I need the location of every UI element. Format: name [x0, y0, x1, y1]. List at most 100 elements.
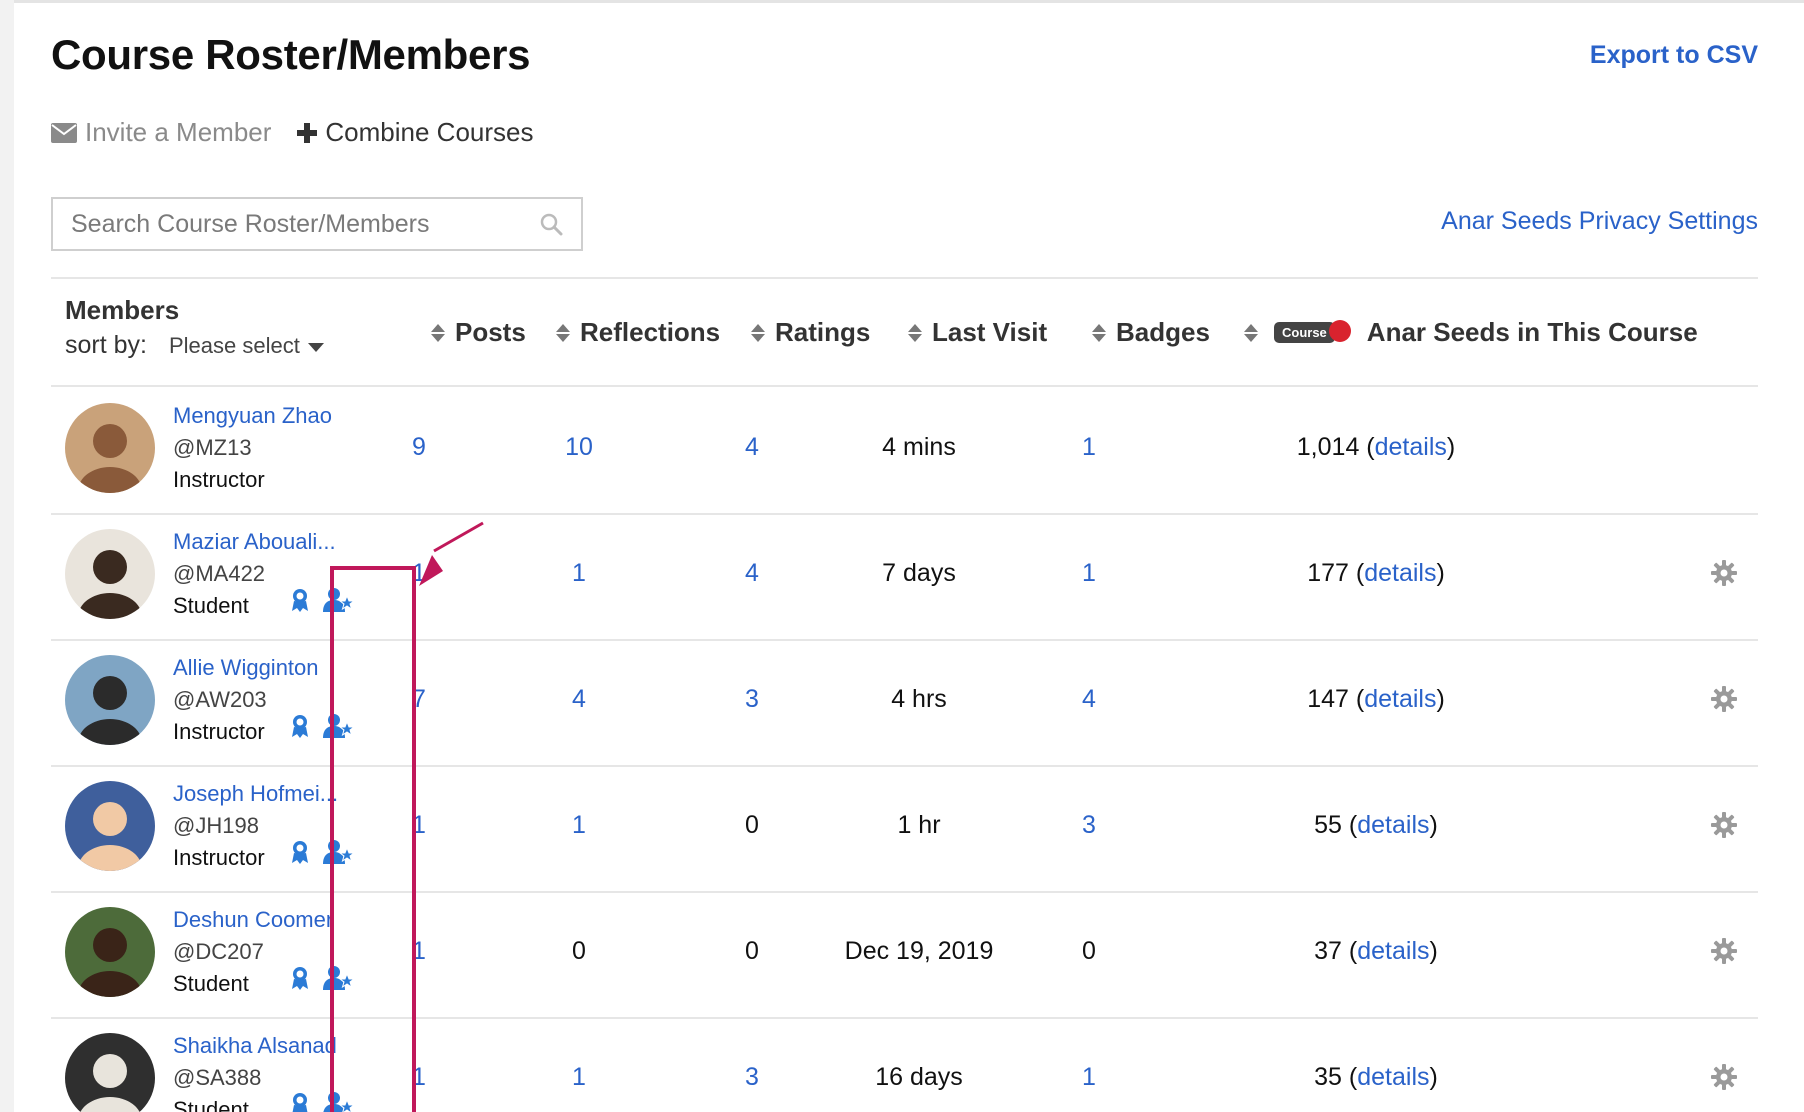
seeds-count: 177 (details) [1307, 559, 1445, 587]
table-row: Mengyuan Zhao @MZ13 Instructor 9 10 4 4 … [51, 387, 1758, 513]
ratings-count[interactable]: 0 [745, 937, 759, 966]
badges-count[interactable]: 4 [1082, 685, 1096, 714]
search-icon[interactable] [539, 212, 563, 236]
roster-actions: Invite a Member Combine Courses [51, 117, 534, 148]
reflections-count[interactable]: 1 [572, 1063, 586, 1092]
seeds-count: 55 (details) [1314, 811, 1438, 839]
award-badge-icon[interactable] [291, 588, 309, 612]
privacy-settings-link[interactable]: Anar Seeds Privacy Settings [1441, 207, 1758, 236]
avatar[interactable] [65, 403, 155, 493]
posts-count-link[interactable]: 9 [412, 433, 426, 462]
invite-member-button[interactable]: Invite a Member [51, 117, 271, 148]
ratings-count[interactable]: 0 [745, 811, 759, 840]
badges-count[interactable]: 1 [1082, 433, 1096, 462]
reflections-count[interactable]: 0 [572, 937, 586, 966]
last-visit: 4 mins [882, 433, 956, 461]
seeds-details-link[interactable]: details [1364, 559, 1436, 587]
sort-arrows-icon [431, 323, 445, 342]
award-badge-icon[interactable] [291, 966, 309, 990]
seeds-details-link[interactable]: details [1364, 685, 1436, 713]
page-title: Course Roster/Members [51, 31, 531, 78]
avatar[interactable] [65, 1033, 155, 1112]
ratings-count[interactable]: 3 [745, 1063, 759, 1092]
award-badge-icon[interactable] [291, 1092, 309, 1112]
column-header-ratings[interactable]: Ratings [751, 317, 870, 348]
reflections-count[interactable]: 4 [572, 685, 586, 714]
seeds-details-link[interactable]: details [1357, 937, 1429, 965]
course-seed-badge: Course [1274, 319, 1351, 344]
seeds-count: 1,014 (details) [1296, 433, 1456, 461]
badges-count[interactable]: 1 [1082, 1063, 1096, 1092]
column-label: Anar Seeds in This Course [1366, 317, 1698, 347]
table-row: Shaikha Alsanad @SA388 Student 1 1 3 16 … [51, 1017, 1758, 1112]
badges-count[interactable]: 1 [1082, 559, 1096, 588]
page: Course Roster/Members Export to CSV Invi… [14, 0, 1804, 1112]
gear-icon[interactable] [1711, 812, 1737, 838]
ratings-count[interactable]: 3 [745, 685, 759, 714]
member-name-link[interactable]: Joseph Hofmei... [173, 781, 338, 807]
column-header-badges[interactable]: Badges [1092, 317, 1210, 348]
export-csv-link[interactable]: Export to CSV [1590, 41, 1758, 70]
avatar[interactable] [65, 907, 155, 997]
member-name-link[interactable]: Shaikha Alsanad [173, 1033, 337, 1059]
table-row: Deshun Coomer @DC207 Student 1 0 0 Dec 1… [51, 891, 1758, 1017]
column-label: Ratings [775, 317, 871, 347]
table-row: Allie Wigginton @AW203 Instructor 7 4 3 … [51, 639, 1758, 765]
avatar[interactable] [65, 781, 155, 871]
gear-icon[interactable] [1711, 1064, 1737, 1090]
seeds-value: 35 [1314, 1063, 1342, 1091]
seeds-count: 35 (details) [1314, 1063, 1438, 1091]
sort-arrows-icon [1244, 323, 1258, 342]
column-label: Last Visit [932, 317, 1048, 347]
member-role: Instructor [173, 467, 265, 492]
member-role: Student [173, 1097, 249, 1112]
ratings-count[interactable]: 4 [745, 433, 759, 462]
avatar[interactable] [65, 655, 155, 745]
gear-icon[interactable] [1711, 686, 1737, 712]
last-visit: Dec 19, 2019 [844, 937, 994, 965]
combine-courses-label: Combine Courses [325, 117, 534, 147]
column-header-seeds[interactable]: Course Anar Seeds in This Course [1244, 317, 1698, 348]
plus-icon [297, 122, 318, 143]
ratings-count[interactable]: 4 [745, 559, 759, 588]
seeds-count: 37 (details) [1314, 937, 1438, 965]
combine-courses-button[interactable]: Combine Courses [297, 117, 534, 148]
divider [51, 277, 1758, 279]
seeds-details-link[interactable]: details [1357, 811, 1429, 839]
member-role: Instructor [173, 719, 265, 744]
member-name-link[interactable]: Deshun Coomer [173, 907, 333, 933]
sort-arrows-icon [556, 323, 570, 342]
sort-arrows-icon [908, 323, 922, 342]
reflections-count[interactable]: 1 [572, 559, 586, 588]
member-name-link[interactable]: Maziar Abouali... [173, 529, 336, 555]
caret-down-icon [307, 342, 324, 352]
search-input[interactable] [71, 209, 539, 239]
member-handle: @MZ13 [173, 435, 252, 460]
member-name-link[interactable]: Mengyuan Zhao [173, 403, 332, 429]
award-badge-icon[interactable] [291, 714, 309, 738]
avatar[interactable] [65, 529, 155, 619]
badges-count[interactable]: 3 [1082, 811, 1096, 840]
gear-icon[interactable] [1711, 938, 1737, 964]
reflections-count[interactable]: 10 [565, 433, 593, 462]
last-visit: 1 hr [897, 811, 941, 839]
seeds-details-link[interactable]: details [1375, 433, 1447, 461]
sort-select[interactable]: Please select [169, 333, 324, 359]
members-label: Members [65, 295, 180, 325]
seeds-value: 147 [1307, 685, 1349, 713]
sort-by-label: sort by: [65, 331, 147, 359]
member-role: Instructor [173, 845, 265, 870]
award-badge-icon[interactable] [291, 840, 309, 864]
reflections-count[interactable]: 1 [572, 811, 586, 840]
column-label: Posts [455, 317, 526, 347]
badges-count[interactable]: 0 [1082, 937, 1096, 966]
annotation-highlight-box [330, 566, 416, 1112]
member-name-link[interactable]: Allie Wigginton [173, 655, 319, 681]
column-header-posts[interactable]: Posts [431, 317, 526, 348]
envelope-icon [51, 122, 77, 143]
gear-icon[interactable] [1711, 560, 1737, 586]
seeds-details-link[interactable]: details [1357, 1063, 1429, 1091]
column-label: Badges [1116, 317, 1210, 347]
column-header-last-visit[interactable]: Last Visit [908, 317, 1047, 348]
column-header-reflections[interactable]: Reflections [556, 317, 720, 348]
